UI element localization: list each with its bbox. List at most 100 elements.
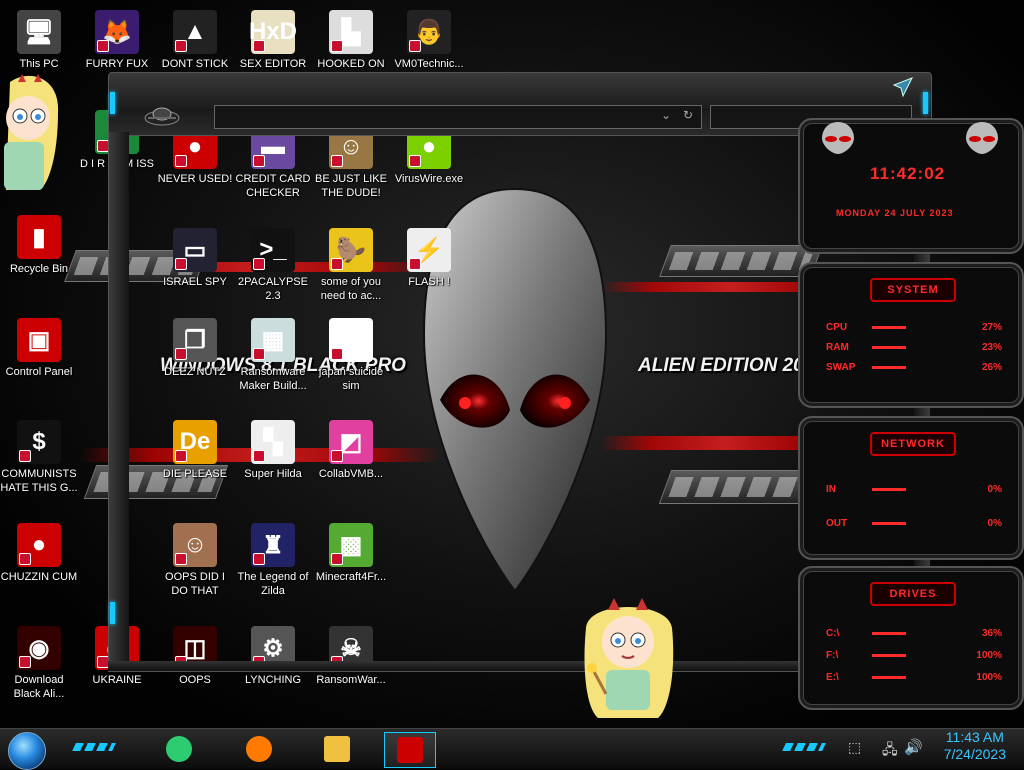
taskbar-app-chat[interactable] (154, 732, 204, 766)
desktop-icon-some-of-you[interactable]: 🦫 some of you need to ac... (312, 228, 390, 303)
desktop-icon-furry-fux[interactable]: 🦊 FURRY FUX (78, 10, 156, 71)
desktop-icon-label: DONT STICK (161, 58, 229, 70)
desktop-icon-label: SEX EDITOR (239, 58, 307, 70)
desktop-icon-label: The Legend of Zilda (237, 571, 309, 597)
desktop-icon-recycle-bin[interactable]: ▮ Recycle Bin (0, 215, 78, 276)
shortcut-badge-icon (331, 553, 343, 565)
system-gadget[interactable]: SYSTEM CPU 27% RAM 23% SWAP 26% (798, 262, 1024, 408)
drives-row-label: E:\ (826, 672, 839, 683)
cartoon-character-sticker (4, 74, 59, 190)
system-row-meter (872, 326, 906, 329)
ransomware-builder-icon: ▦ (251, 318, 295, 362)
desktop-icon-minecraft[interactable]: ▩ Minecraft4Fr... (312, 523, 390, 584)
address-dropdown-icon[interactable]: ⌄ (661, 108, 671, 122)
desktop-icon-label: D I R DUM ISS (80, 158, 154, 170)
shortcut-badge-icon (331, 656, 343, 668)
shortcut-badge-icon (253, 450, 265, 462)
volume-tray-icon[interactable]: 🔊 (904, 738, 923, 756)
taskbar-app-explorer[interactable] (312, 732, 362, 766)
network-row-meter (872, 488, 906, 491)
taskbar-app-firefox[interactable] (234, 732, 284, 766)
desktop-icon-oops[interactable]: ◫ OOPS (156, 626, 234, 687)
desktop-icon-vm0[interactable]: 👨 VM0Technic... (390, 10, 468, 71)
desktop-icon-dont-stick[interactable]: ▲ DONT STICK (156, 10, 234, 71)
never-used-icon: ● (173, 125, 217, 169)
start-orb-button[interactable] (8, 732, 46, 770)
desktop-icon-die-please[interactable]: De DIE PLEASE (156, 420, 234, 481)
vm0-icon: 👨 (407, 10, 451, 54)
cartoon-character-sticker (584, 598, 674, 718)
desktop-icon-label: Control Panel (5, 366, 73, 378)
desktop-icon-ukraine[interactable]: ◉ UKRAINE (78, 626, 156, 687)
chuzzin-cum-icon-glyph: ● (31, 531, 47, 558)
shortcut-badge-icon (97, 656, 109, 668)
this-pc-icon: 🖥 (17, 10, 61, 54)
desktop-icon-lynching[interactable]: ⚙ LYNCHING (234, 626, 312, 687)
desktop-icon-zilda[interactable]: ♜ The Legend of Zilda (234, 523, 312, 598)
taskbar-clock[interactable]: 11:43 AM 7/24/2023 (944, 729, 1006, 763)
desktop-icon-super-hilda[interactable]: ▚ Super Hilda (234, 420, 312, 481)
refresh-icon[interactable]: ↻ (683, 108, 693, 122)
drives-row-meter (872, 654, 906, 657)
desktop-icon-israel-spy[interactable]: ▭ ISRAEL SPY (156, 228, 234, 289)
ransomware-builder-icon-glyph: ▦ (261, 326, 285, 354)
system-row-label: CPU (826, 322, 848, 333)
network-tray-icon[interactable]: 🖧 (882, 739, 898, 763)
desktop-icon-japan-suicide[interactable]: ▮ japan suicide sim (312, 318, 390, 393)
network-row-value: 0% (987, 484, 1002, 495)
desktop-icon-label: LYNCHING (244, 674, 302, 686)
address-bar[interactable]: ⌄ ↻ (214, 105, 702, 129)
shortcut-badge-icon (175, 258, 187, 270)
taskbar-time: 11:43 AM (945, 729, 1004, 745)
recycle-bin-icon: ▮ (17, 215, 61, 259)
network-gadget[interactable]: NETWORK IN 0% OUT 0% (798, 416, 1024, 560)
oops-icon-glyph: ◫ (183, 634, 207, 662)
desktop-icon-collabvmb[interactable]: ◩ CollabVMB... (312, 420, 390, 481)
desktop-icon-flash[interactable]: ⚡ FLASH ! (390, 228, 468, 289)
desktop-icon-ransomwar[interactable]: ☠ RansomWar... (312, 626, 390, 687)
desktop-icon-label: OOPS DID I DO THAT (165, 571, 225, 597)
taskbar: ⬚ 🖧 🔊 11:43 AM 7/24/2023 (0, 728, 1024, 770)
desktop-icon-2pacalypse[interactable]: >_ 2PACALYPSE 2.3 (234, 228, 312, 303)
desktop-icon-hooked-on[interactable]: ▙ HOOKED ON (312, 10, 390, 71)
desktop-icon-label: VM0Technic... (394, 58, 464, 70)
shortcut-badge-icon (331, 40, 343, 52)
desktop-icon-this-pc[interactable]: 🖥 This PC (0, 10, 78, 71)
shortcut-badge-icon (331, 450, 343, 462)
hooked-on-icon: ▙ (329, 10, 373, 54)
desktop-icon-chuzzin-cum[interactable]: ● CHUZZIN CUM (0, 523, 78, 584)
shortcut-badge-icon (253, 348, 265, 360)
drives-row-meter (872, 632, 906, 635)
desktop-icon-label: HOOKED ON (317, 58, 385, 70)
desktop-icon-ransomware-builder[interactable]: ▦ Ransomware Maker Build... (234, 318, 312, 393)
system-gadget-title: SYSTEM (870, 278, 956, 302)
desktop-icon-viruswire[interactable]: ● VirusWire.exe (390, 125, 468, 186)
desktop-icon-download-black[interactable]: ◉ Download Black Ali... (0, 626, 78, 701)
back-forward-ufo-icon[interactable] (144, 104, 180, 128)
clock-gadget[interactable]: 11:42:02 MONDAY 24 JULY 2023 (798, 118, 1024, 254)
desktop-icon-control-panel[interactable]: ▣ Control Panel (0, 318, 78, 379)
israel-spy-icon: ▭ (173, 228, 217, 272)
desktop-icon-label: Minecraft4Fr... (315, 571, 387, 583)
shortcut-badge-icon (175, 656, 187, 668)
desktop-icon-label: This PC (19, 58, 59, 70)
taskbar-app-gadget[interactable] (384, 732, 436, 768)
desktop-icon-oops-did[interactable]: ☺ OOPS DID I DO THAT (156, 523, 234, 598)
desktop-icon-label: ISRAEL SPY (163, 276, 227, 288)
desktop-icon-credit-card[interactable]: ▬ CREDIT CARD CHECKER (234, 125, 312, 200)
system-row-value: 23% (981, 342, 1002, 353)
shortcut-badge-icon (409, 40, 421, 52)
desktop-icon-deez-nutz[interactable]: ❐ DEEZ NUTZ (156, 318, 234, 379)
zilda-icon: ♜ (251, 523, 295, 567)
never-used-icon-glyph: ● (187, 133, 203, 160)
drives-gadget[interactable]: DRIVES C:\ 36% F:\ 100% E:\ 100% (798, 566, 1024, 710)
some-of-you-icon: 🦫 (329, 228, 373, 272)
shortcut-badge-icon (97, 40, 109, 52)
deez-nutz-icon-glyph: ❐ (184, 326, 206, 354)
desktop-icon-just-like-dude[interactable]: ☺ BE JUST LIKE THE DUDE! (312, 125, 390, 200)
desktop-icon-communists[interactable]: $ COMMUNISTS HATE THIS G... (0, 420, 78, 495)
dummies-icon: ▮ (95, 110, 139, 154)
desktop-icon-sex-editor[interactable]: HxD SEX EDITOR (234, 10, 312, 71)
desktop-icon-never-used[interactable]: ● NEVER USED! (156, 125, 234, 186)
show-hidden-icons-icon[interactable]: ⬚ (848, 739, 861, 756)
